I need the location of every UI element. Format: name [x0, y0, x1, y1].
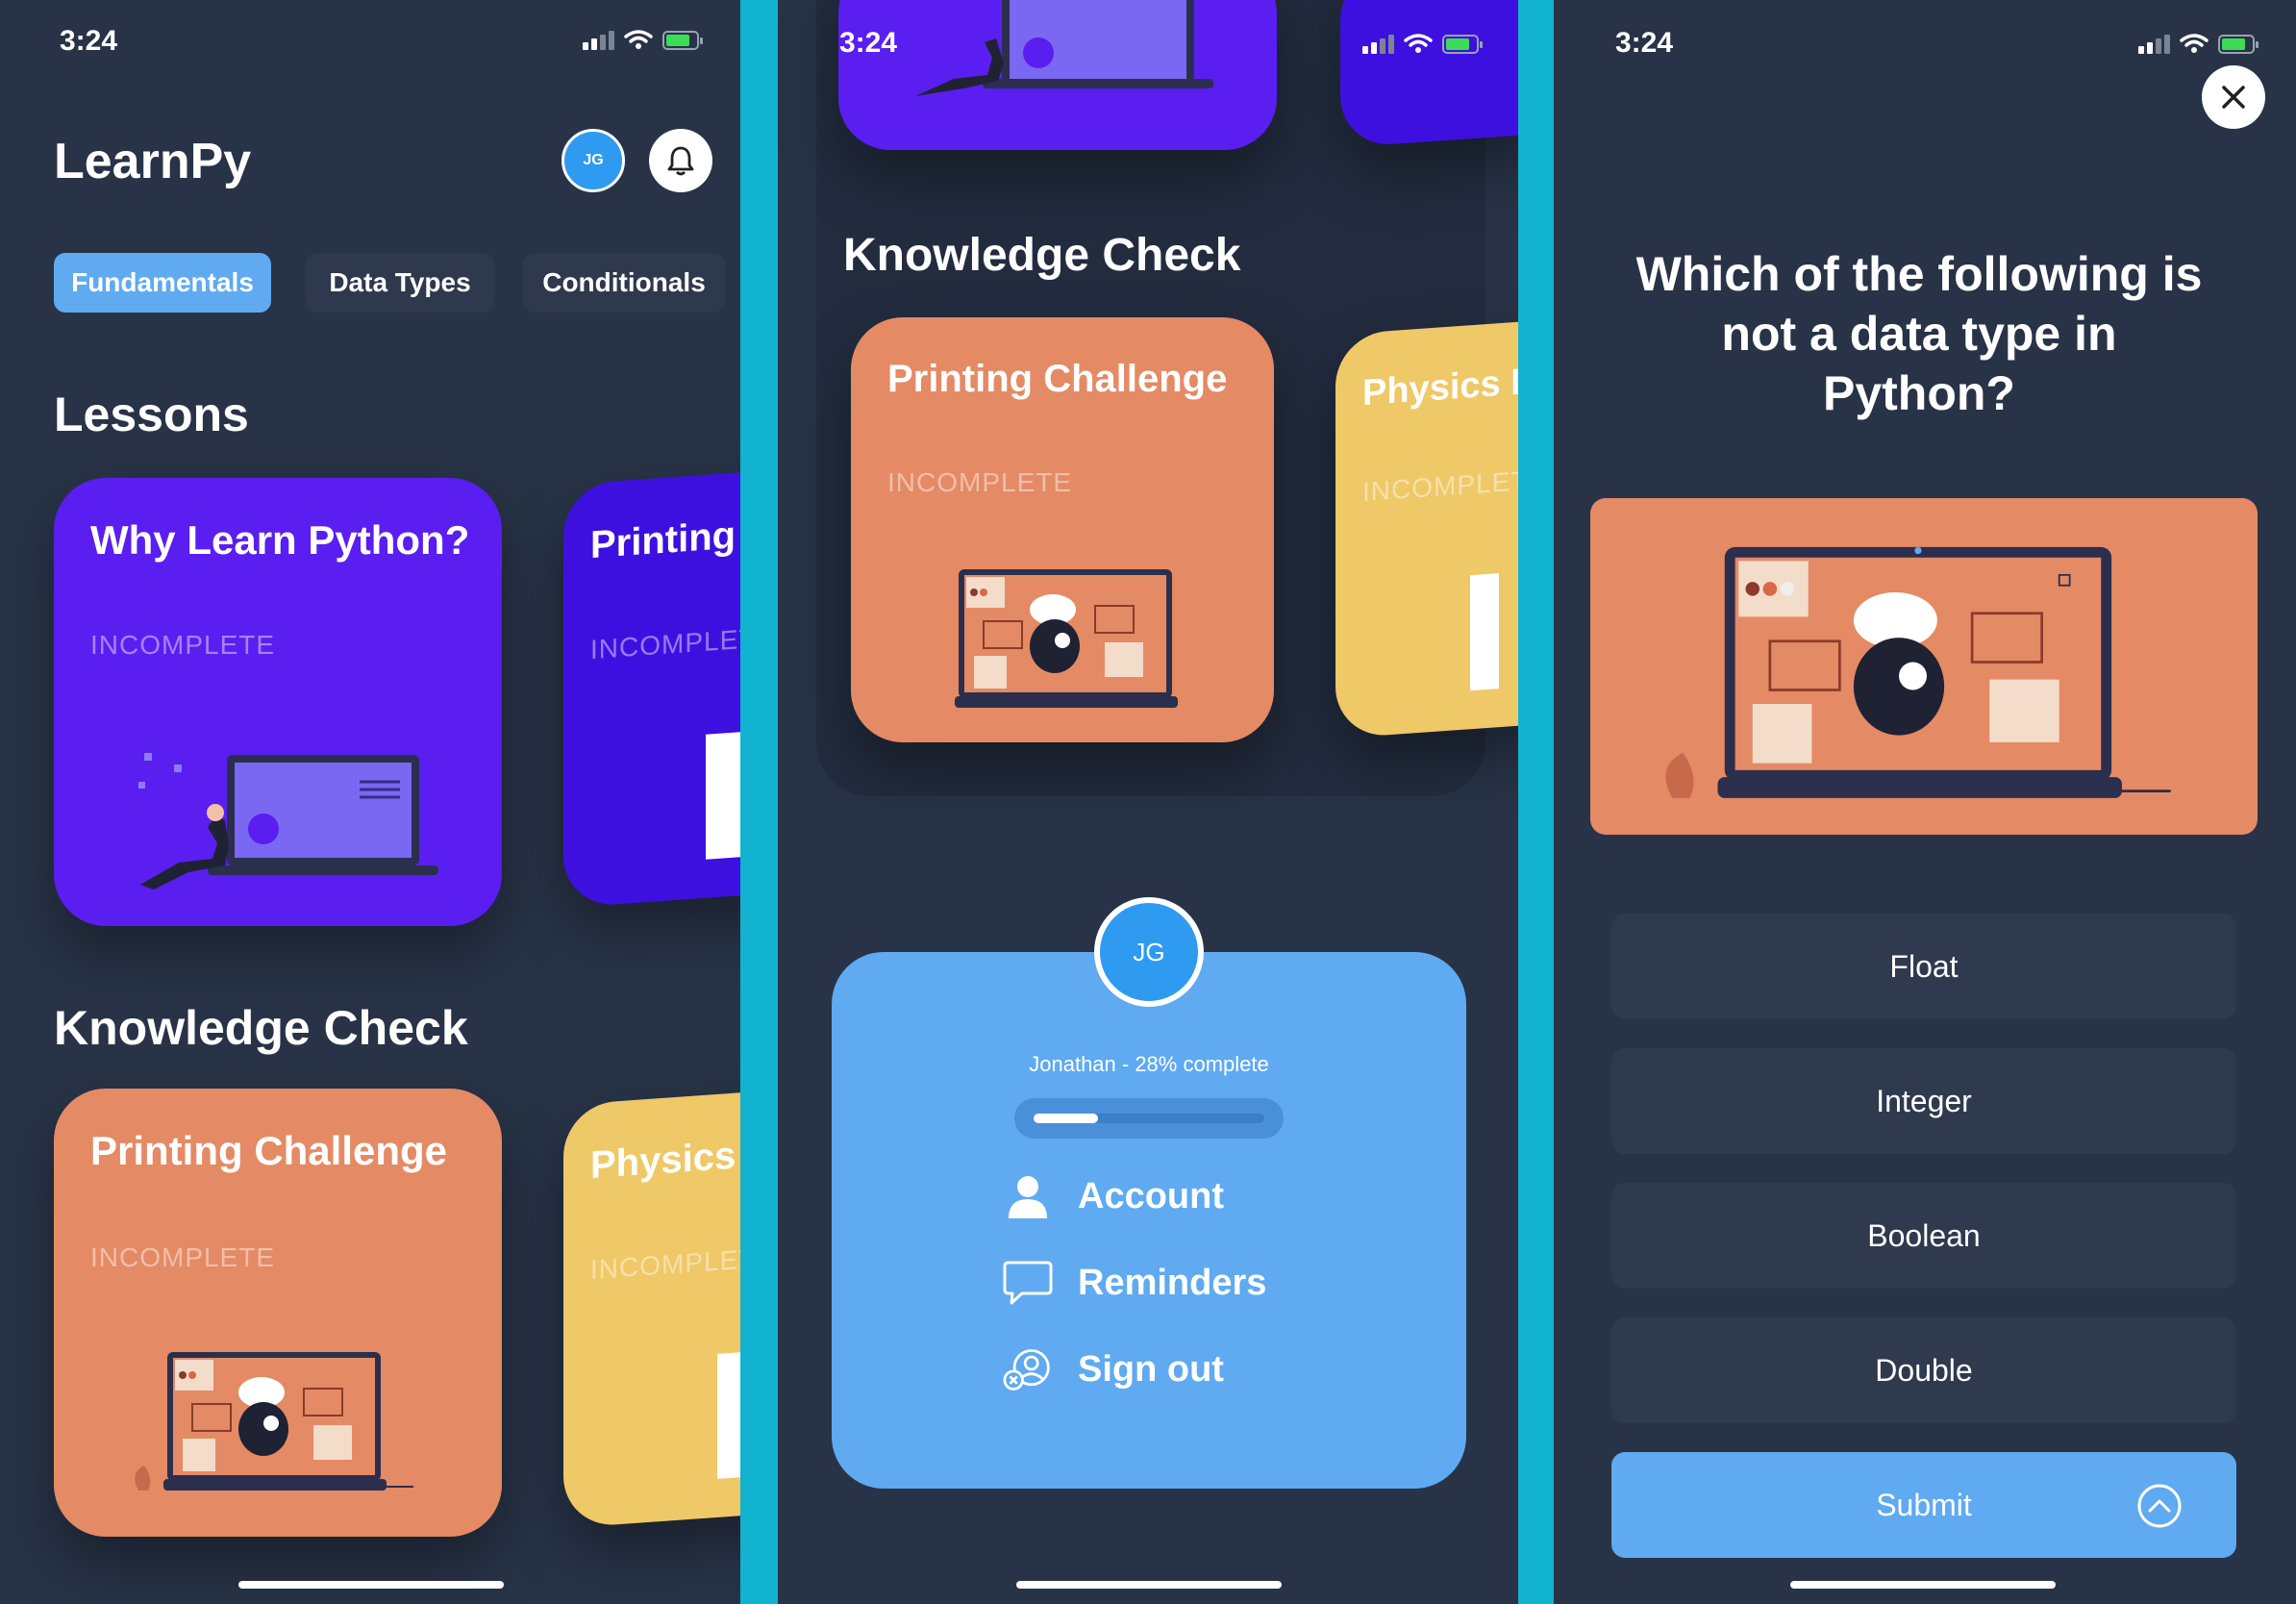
menu-item-account[interactable]: Account	[1003, 1171, 1224, 1221]
tab-fundamentals[interactable]: Fundamentals	[54, 253, 271, 313]
chat-bubble-icon	[1003, 1258, 1053, 1308]
home-indicator[interactable]	[238, 1581, 504, 1589]
sign-out-icon	[1003, 1344, 1053, 1394]
lesson-title: Why Learn Python?	[90, 517, 470, 563]
laptop-person-illustration	[138, 753, 438, 890]
lesson-card-printing-to-console[interactable]	[1340, 0, 1518, 148]
profile-avatar[interactable]: JG	[1094, 897, 1204, 1007]
check-title: Printing Challenge	[90, 1128, 448, 1173]
home-screen: 3:24 LearnPy JG Fundamentals Data Types …	[0, 0, 740, 1604]
menu-item-sign-out[interactable]: Sign out	[1003, 1344, 1224, 1394]
signal-icon	[2138, 35, 2170, 54]
status-time: 3:24	[60, 25, 118, 57]
progress-track	[1014, 1098, 1284, 1139]
wifi-icon	[624, 30, 653, 49]
signal-icon	[583, 31, 614, 50]
status-time: 3:24	[1615, 27, 1674, 59]
battery-icon	[2218, 35, 2259, 54]
tab-conditionals[interactable]: Conditionals	[523, 253, 725, 313]
page-illustration	[717, 1351, 740, 1479]
menu-item-label: Reminders	[1078, 1262, 1267, 1303]
check-card-printing-challenge[interactable]: Printing Challenge INCOMPLETE	[54, 1089, 502, 1537]
question-text: Which of the following is not a data typ…	[1635, 247, 2203, 420]
notifications-button[interactable]	[649, 129, 712, 192]
close-button[interactable]	[2202, 65, 2265, 129]
quiz-screen: 3:24 Which of the following is not a dat…	[1554, 0, 2296, 1604]
check-status: INCOMPLETE	[90, 1242, 276, 1272]
progress-text: Jonathan - 28% complete	[1029, 1052, 1269, 1076]
lesson-card-printing-to-console[interactable]: Printing to Consol INCOMPLET	[563, 466, 740, 909]
lesson-status: INCOMPLET	[590, 623, 740, 665]
bell-icon	[667, 146, 694, 176]
menu-item-label: Sign out	[1078, 1348, 1224, 1390]
check-status: INCOMPLET	[1362, 465, 1518, 508]
home-indicator[interactable]	[1790, 1581, 2056, 1589]
check-card-printing-challenge[interactable]: Printing Challenge INCOMPLETE	[851, 317, 1274, 742]
answer-option-1[interactable]: Float	[1611, 914, 2236, 1019]
check-title: Physics Problem	[1362, 352, 1518, 414]
answer-option-4[interactable]: Double	[1611, 1317, 2236, 1423]
check-card-physics-problem[interactable]: Physics Problem INCOMPLET	[563, 1087, 740, 1529]
check-status: INCOMPLETE	[887, 467, 1073, 497]
menu-item-label: Account	[1078, 1175, 1224, 1216]
robot-laptop-illustration	[1665, 546, 2171, 798]
progress-fill	[1034, 1114, 1099, 1123]
knowledge-check-heading: Knowledge Check	[54, 1001, 468, 1055]
question-illustration	[1590, 498, 2258, 835]
menu-item-reminders[interactable]: Reminders	[1003, 1258, 1266, 1308]
robot-laptop-illustration	[135, 1352, 413, 1491]
check-card-physics-problem[interactable]: Physics Problem INCOMPLET	[1335, 318, 1518, 739]
status-icons	[2138, 33, 2259, 54]
laptop-person-illustration	[915, 0, 1213, 96]
status-time: 3:24	[839, 27, 898, 59]
chevron-up-circle-icon	[2137, 1484, 2182, 1528]
submit-button[interactable]: Submit	[1611, 1452, 2236, 1558]
status-icons	[583, 29, 703, 50]
status-icons	[1362, 33, 1483, 54]
battery-icon	[662, 31, 703, 50]
lessons-heading: Lessons	[54, 388, 249, 441]
check-title: Physics Problem	[590, 1123, 740, 1188]
page-illustration	[706, 731, 740, 860]
answer-option-2[interactable]: Integer	[1611, 1048, 2236, 1154]
signal-icon	[1362, 35, 1394, 54]
knowledge-check-heading: Knowledge Check	[843, 230, 1241, 281]
profile-menu: Account Reminders Sign out	[1003, 1171, 1349, 1460]
check-title: Printing Challenge	[887, 358, 1228, 400]
person-icon	[1003, 1171, 1053, 1221]
lesson-status: INCOMPLETE	[90, 630, 276, 660]
profile-avatar[interactable]: JG	[562, 129, 625, 192]
battery-icon	[1442, 35, 1483, 54]
lesson-title: Printing to Consol	[590, 501, 740, 567]
robot-laptop-illustration	[955, 569, 1178, 708]
check-status: INCOMPLET	[590, 1243, 740, 1286]
home-indicator[interactable]	[1016, 1581, 1282, 1589]
tab-data-types[interactable]: Data Types	[306, 253, 494, 313]
wifi-icon	[1404, 34, 1433, 53]
profile-card: Jonathan - 28% complete Account Reminder…	[832, 952, 1466, 1489]
page-illustration	[1470, 573, 1499, 691]
profile-screen: 3:24 Knowledge Check Printing Challenge …	[778, 0, 1518, 1604]
lesson-card-why-learn-python[interactable]	[838, 0, 1277, 150]
lesson-card-why-learn-python[interactable]: Why Learn Python? INCOMPLETE	[54, 478, 502, 926]
app-title: LearnPy	[54, 134, 252, 189]
close-icon	[2222, 86, 2245, 109]
answer-option-3[interactable]: Boolean	[1611, 1183, 2236, 1289]
wifi-icon	[2180, 34, 2209, 53]
